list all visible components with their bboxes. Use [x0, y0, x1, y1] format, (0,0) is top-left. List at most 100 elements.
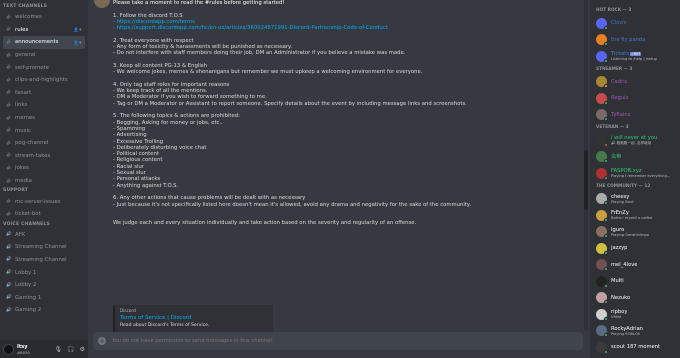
member-item[interactable]: jazzyp — [590, 240, 680, 257]
member-name: Reguiz — [611, 95, 629, 102]
channel-label: Streaming Channel — [15, 256, 67, 263]
member-item[interactable]: Tyflainx — [590, 107, 680, 124]
status-indicator — [604, 42, 608, 47]
member-item[interactable]: Cedric — [590, 74, 680, 91]
invite-icon[interactable]: 👤+ — [74, 40, 82, 45]
avatar[interactable] — [3, 343, 14, 355]
speaker-icon: 🔊 — [6, 282, 12, 288]
member-item[interactable]: ripboy VRkid — [590, 306, 680, 323]
avatar — [596, 92, 608, 105]
channel-label: welcomes — [15, 14, 42, 21]
avatar — [596, 341, 608, 354]
member-item[interactable]: scout 187 moment — [590, 339, 680, 356]
member-item[interactable]: 炎帝 — [590, 149, 680, 166]
status-indicator — [604, 217, 608, 222]
speaker-icon: 🔊 — [6, 244, 12, 250]
avatar — [596, 109, 608, 122]
channel-lobby-1[interactable]: 🔊 Lobby 1 — [3, 266, 85, 279]
channel-fanart[interactable]: # fanart — [3, 87, 85, 100]
channel-welcomes[interactable]: # welcomes — [3, 11, 85, 24]
status-indicator — [604, 201, 608, 206]
channel-label: mc-server-issues — [15, 198, 61, 205]
member-group-header: HOT ROCK — 3 — [596, 8, 632, 13]
member-item[interactable]: mel_4love — [590, 257, 680, 274]
hash-icon: # — [6, 114, 12, 122]
speaker-icon: 🔊 — [6, 257, 12, 263]
channel-media[interactable]: # media — [3, 175, 85, 188]
user-panel: Itsy #8030 🎙 🎧 ⚙ — [0, 340, 88, 358]
status-indicator — [604, 349, 608, 354]
member-item[interactable]: Tickets ✓BOT Listening to /help | /setup — [590, 48, 680, 65]
channel-memes[interactable]: # memes — [3, 112, 85, 125]
channel-lobby-2[interactable]: 🔊 Lobby 2 — [3, 279, 85, 292]
channel-mc-server-issues[interactable]: # mc-server-issues — [3, 195, 85, 208]
channel-gaming-1[interactable]: 🔊 Gaming 1 — [3, 291, 85, 304]
channel-stream-takes[interactable]: # stream-takes — [3, 150, 85, 163]
member-activity: Playing ROBLOX — [611, 331, 640, 336]
member-name: scout 187 moment — [611, 344, 661, 351]
avatar — [596, 76, 608, 89]
member-item[interactable]: the fly panda — [590, 32, 680, 49]
message-input[interactable] — [112, 338, 512, 344]
hash-icon: # — [6, 127, 12, 135]
member-item[interactable]: Nezuko — [590, 290, 680, 307]
member-item[interactable]: i will never et you 🔊 跑跑跑一起, 这样继续 — [590, 132, 680, 149]
gear-icon[interactable]: ⚙ — [80, 346, 85, 353]
category-text-channels[interactable]: TEXT CHANNELS — [0, 3, 88, 11]
channel-music[interactable]: # music — [3, 124, 85, 137]
member-item[interactable]: cheesy Playing Bout — [590, 191, 680, 208]
channel-jokes[interactable]: # jokes — [3, 162, 85, 175]
embed-title-link[interactable]: Terms of Service | Discord — [120, 315, 268, 321]
member-item[interactable]: Clovis — [590, 15, 680, 32]
invite-icon[interactable]: 👤+ — [74, 27, 82, 32]
scrollbar-thumb[interactable] — [584, 150, 588, 210]
channel-rules[interactable]: # rules 👤+ — [3, 24, 85, 37]
member-name: mel_4love — [611, 261, 638, 268]
upload-plus-icon: + — [98, 337, 106, 345]
channel-pog-channel[interactable]: # pog-channel — [3, 137, 85, 150]
message-author-avatar[interactable] — [94, 0, 110, 8]
status-indicator — [604, 175, 608, 180]
channel-label: ticket-bot — [15, 211, 41, 218]
member-item[interactable]: FASPOB.xyz Playing I remember everything.… — [590, 165, 680, 182]
headphones-icon[interactable]: 🎧 — [67, 346, 74, 353]
channel-general[interactable]: # general — [3, 49, 85, 62]
avatar — [596, 151, 608, 164]
chat-scrollbar[interactable] — [584, 0, 588, 330]
channel-clips-and-highlights[interactable]: # clips-and-highlights — [3, 74, 85, 87]
hash-icon: # — [6, 101, 12, 109]
category-voice-channels[interactable]: VOICE CHANNELS — [0, 221, 88, 229]
member-name: 炎帝 — [611, 154, 622, 161]
hash-icon: # — [6, 38, 12, 46]
status-indicator — [604, 58, 608, 63]
status-indicator — [604, 234, 608, 239]
member-item[interactable]: Iguro Playing GenshinImpa — [590, 224, 680, 241]
member-item[interactable]: Multi — [590, 273, 680, 290]
channel-label: AFK — [15, 231, 26, 238]
status-indicator — [604, 117, 608, 122]
member-item[interactable]: FrEnZy Bathin' myself a coffee — [590, 207, 680, 224]
username: Itsy — [17, 343, 28, 350]
avatar — [596, 193, 608, 206]
channel-label: stream-takes — [15, 152, 51, 159]
chat-area: Please take a moment to read the #rules … — [88, 0, 590, 358]
channel-links[interactable]: # links — [3, 99, 85, 112]
channel-ticket-bot[interactable]: # ticket-bot — [3, 208, 85, 221]
channel-label: music — [15, 127, 31, 134]
channel-announcements[interactable]: # announcements 👤+ — [3, 36, 85, 49]
speaker-icon: 🔊 — [6, 270, 12, 276]
channel-gaming-2[interactable]: 🔊 Gaming 2 — [3, 304, 85, 317]
channel-self-promote[interactable]: # self-promote — [3, 61, 85, 74]
avatar — [596, 50, 608, 63]
channel-streaming-channel[interactable]: 🔊 Streaming Channel — [3, 241, 85, 254]
member-name: RockyAdrian — [611, 325, 644, 332]
channel-afk[interactable]: 🔊 AFK — [3, 229, 85, 242]
member-item[interactable]: RockyAdrian Playing ROBLOX — [590, 323, 680, 340]
member-item[interactable]: Reguiz — [590, 90, 680, 107]
channel-streaming-channel[interactable]: 🔊 Streaming Channel — [3, 254, 85, 267]
category-support[interactable]: SUPPORT — [0, 187, 88, 195]
hash-icon: # — [6, 26, 12, 34]
member-name: Clovis — [611, 20, 627, 27]
microphone-icon[interactable]: 🎙 — [55, 346, 63, 353]
channel-label: Gaming 2 — [15, 307, 42, 314]
